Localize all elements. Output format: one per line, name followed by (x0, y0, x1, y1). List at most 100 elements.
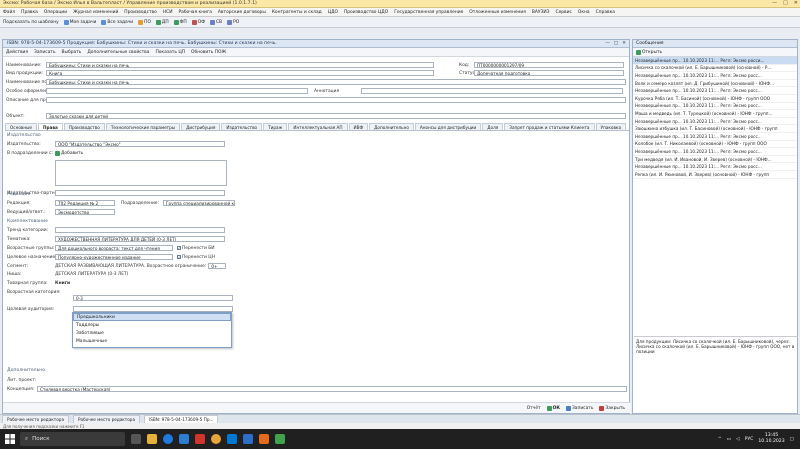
full-input[interactable]: Бабушкины: Стихи и сказки на печь (46, 79, 626, 85)
language-indicator[interactable]: РУС (745, 437, 754, 442)
of-button[interactable]: ОФ (191, 19, 205, 25)
menu-item[interactable]: Государственная управление (394, 10, 463, 15)
doc-minimize-button[interactable]: — (605, 41, 610, 46)
tab-rights[interactable]: Права (38, 123, 63, 130)
edition-input[interactable] (46, 97, 626, 103)
subunit-input[interactable]: Группа специализированной книги (163, 200, 235, 206)
add-subdiv-button[interactable]: Добавить (55, 151, 83, 156)
onec-icon[interactable] (259, 434, 269, 444)
tab-announcements[interactable]: Анонсы для дистрибуции (414, 123, 482, 130)
menu-item[interactable]: Отложенные изменения (469, 10, 526, 15)
message-item[interactable]: Незавершённые пр... 10.10.2023 11:... Ре… (633, 148, 797, 156)
tab-distribution[interactable]: Дистрибуция (181, 123, 221, 130)
menu-item[interactable]: Правка (21, 10, 38, 15)
menu-item[interactable]: Файл (3, 10, 15, 15)
clock[interactable]: 13:45 10.10.2023 (758, 433, 784, 445)
lit-input[interactable] (37, 377, 39, 383)
code-input[interactable]: ПТ0000000001297/09 (474, 62, 624, 68)
message-item[interactable]: Незавершённые пр... 10.10.2023 11:... Ре… (633, 133, 797, 141)
message-item[interactable]: Репка (ил. И. Якиновой, И. Зверев) (осно… (633, 171, 797, 179)
actions-menu[interactable]: Действия (6, 50, 28, 55)
age-checkbox[interactable]: ✓ (177, 246, 181, 250)
tab-main[interactable]: Основные (5, 123, 37, 130)
menu-item[interactable]: Окна (578, 10, 590, 15)
menu-item[interactable]: НСИ (163, 10, 173, 15)
doc-close-button[interactable]: ✕ (622, 41, 626, 46)
lead-input[interactable]: Эксмодетство (55, 209, 115, 215)
menu-item[interactable]: ВАУЗИЗ (532, 10, 550, 15)
menu-item[interactable]: Контрагенты и склад (272, 10, 322, 15)
volume-icon[interactable]: ◁ (736, 437, 740, 442)
tab-print-run[interactable]: Тираж (263, 123, 288, 130)
menu-item[interactable]: Производство ЦДО (344, 10, 388, 15)
age-input[interactable]: Для дошкольного возраста: текст для чтен… (55, 245, 173, 251)
genre-input[interactable]: ХУДОЖЕСТВЕННАЯ ЛИТЕРАТУРА ДЛЯ ДЕТЕЙ (0-3… (55, 236, 225, 242)
dropdown-option[interactable]: Предшкольники (73, 313, 231, 321)
tab-production[interactable]: Производство (63, 123, 105, 130)
menu-item[interactable]: Сервис (556, 10, 572, 15)
save-toolbar-button[interactable]: Записать (34, 50, 55, 55)
close-doc-button[interactable]: Закрыть (599, 405, 625, 411)
tab-ivf[interactable]: ИВФ (348, 123, 369, 130)
edge-icon[interactable] (163, 434, 173, 444)
store-icon[interactable] (179, 434, 189, 444)
taskbar-search[interactable]: ⌕ Поиск (20, 432, 125, 446)
select-button[interactable]: Выбрать (62, 50, 82, 55)
message-item[interactable]: Незавершённые пр... 10.10.2023 11:... Ре… (633, 118, 797, 126)
tab-sales-ban[interactable]: Запрет продаж и статьями Клиента (504, 123, 595, 130)
message-item[interactable]: Лисичка со скалочкой (ил. Е. Барышниково… (633, 65, 797, 73)
close-button[interactable]: ✕ (794, 0, 798, 6)
po-button[interactable]: ПО (138, 19, 151, 25)
network-icon[interactable]: ▭ (727, 437, 731, 442)
report-button[interactable]: Отчёт (527, 406, 541, 411)
fp-button[interactable]: ФП (173, 19, 187, 25)
ro-button[interactable]: РО (227, 19, 239, 25)
start-button[interactable] (0, 429, 20, 449)
publisher-input[interactable]: ООО "Издательство "Эксмо" (55, 141, 225, 147)
doc-maximize-button[interactable]: □ (614, 41, 618, 46)
age-cat-input[interactable]: 0-3 (73, 295, 233, 301)
show-cp-button[interactable]: Показать ЦП (155, 50, 185, 55)
explorer-icon[interactable] (147, 434, 157, 444)
message-item[interactable]: Незавершённые пр... 10.10.2023 11:... Ре… (633, 57, 797, 65)
status-input[interactable]: Допечатная подготовка (474, 70, 624, 76)
audience-dropdown[interactable]: Предшкольники Тоддлеры Заботливые Малыше… (72, 312, 232, 348)
app-icon[interactable] (195, 434, 205, 444)
suggest-button[interactable]: Подсказать по шаблону (3, 20, 59, 25)
cover-input[interactable]: Стилевая верстка (Мастерская) (37, 386, 627, 392)
dropdown-option[interactable]: Малышечные (73, 337, 231, 345)
message-item[interactable]: Заюшкина избушка (ил. Т. Басиновой) (осн… (633, 125, 797, 133)
message-item[interactable]: Колобок (ил. Т. Николаевой) (основной) -… (633, 141, 797, 149)
message-item[interactable]: Три медведя (ил. И. Ивановой, И. Зверев)… (633, 156, 797, 164)
task-view-icon[interactable] (131, 434, 141, 444)
dp-button[interactable]: ДП (155, 19, 169, 25)
refresh-button[interactable]: Обновить ПОЖ (191, 50, 226, 55)
name-input[interactable]: Бабушкины: Стихи и сказки на печь (46, 62, 434, 68)
sv-button[interactable]: СВ (209, 19, 222, 25)
kind-input[interactable]: Книга (46, 70, 434, 76)
message-item[interactable]: Незавершённые пр... 10.10.2023 11:... Ре… (633, 72, 797, 80)
menu-item[interactable]: Операции (44, 10, 67, 15)
menu-item[interactable]: Справка (596, 10, 615, 15)
excel-icon[interactable] (275, 434, 285, 444)
segment-age-input[interactable]: 0+ (208, 263, 227, 269)
message-item[interactable]: Незавершённые пр... 10.10.2023 11:... Ре… (633, 103, 797, 111)
tab-additional[interactable]: Дополнительно (369, 123, 414, 130)
target-input[interactable]: Популярно-художественное издание (55, 254, 173, 260)
target-checkbox[interactable]: ✓ (177, 255, 181, 259)
tab-publishing[interactable]: Издательство (221, 123, 263, 130)
message-item[interactable]: Волк и семеро козлят (ил. Д. Грибушиной)… (633, 80, 797, 88)
minimize-button[interactable]: — (772, 0, 777, 6)
word-icon[interactable] (243, 434, 253, 444)
tab-ip[interactable]: Интеллектуальная АП (288, 123, 348, 130)
menu-item[interactable]: ЦДО (328, 10, 338, 15)
maximize-button[interactable]: □ (783, 0, 788, 6)
message-item[interactable]: Незавершённые пр... 10.10.2023 11:... Ре… (633, 87, 797, 95)
message-item[interactable]: Курочка Ряба (ил. Т. Басиной) (основной)… (633, 95, 797, 103)
special-input[interactable] (46, 88, 308, 94)
chevron-up-icon[interactable]: ^ (718, 437, 722, 442)
my-tasks-button[interactable]: Моя задачи (63, 19, 96, 25)
ok-button[interactable]: ОК (546, 405, 560, 411)
menu-item[interactable]: Рабочая книга (178, 10, 211, 15)
series-input[interactable] (55, 227, 225, 233)
